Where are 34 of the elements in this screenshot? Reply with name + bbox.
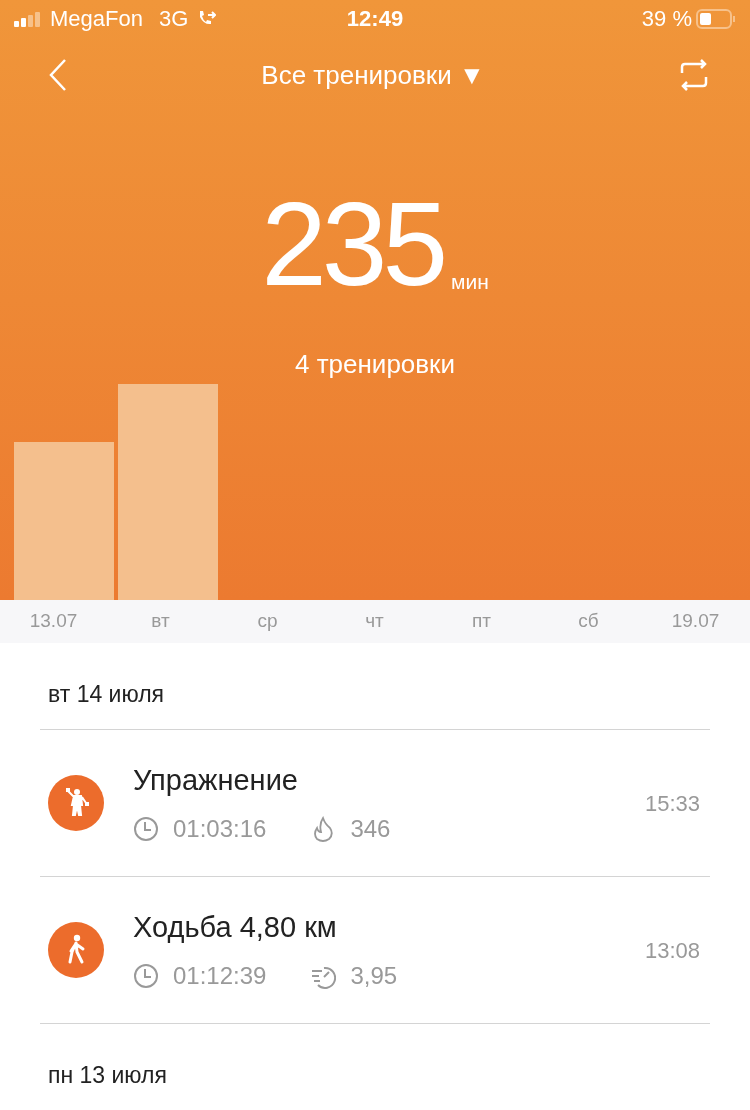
switch-icon[interactable]	[678, 59, 710, 92]
workout-item[interactable]: Ходьба 4,80 км 01:12:39 3,95 13:08	[40, 877, 710, 1024]
total-minutes: 235	[261, 185, 444, 303]
clock-icon	[133, 962, 159, 989]
network-type: 3G	[158, 5, 189, 34]
axis-label: сб	[577, 609, 600, 634]
exercise-icon	[48, 775, 104, 831]
walking-icon	[48, 922, 104, 978]
axis-label: вт	[150, 609, 171, 634]
minutes-unit: мин	[451, 268, 489, 295]
signal-icon	[14, 10, 42, 27]
workout-name: Упражнение	[133, 763, 299, 799]
carrier-name: MegaFon	[50, 5, 143, 34]
workout-time: 13:08	[644, 936, 700, 965]
stat-value: 3,95	[350, 960, 398, 991]
axis-label: 19.07	[670, 609, 721, 634]
date-heading: пн 13 июля	[48, 1062, 167, 1088]
workout-count: 4 тренировки	[295, 348, 455, 381]
axis-label: пт	[471, 609, 492, 634]
clock-icon	[133, 815, 159, 842]
date-heading: вт 14 июля	[48, 681, 165, 707]
stat-value: 346	[350, 813, 391, 844]
stat-value: 01:03:16	[173, 813, 267, 844]
battery-icon	[696, 7, 736, 30]
axis-label: ср	[256, 609, 279, 634]
stat-value: 01:12:39	[173, 960, 267, 991]
battery-percent: 39 %	[641, 5, 692, 34]
workout-time: 15:33	[644, 789, 700, 818]
status-time: 12:49	[345, 5, 405, 34]
back-icon[interactable]	[48, 58, 68, 93]
workout-name: Ходьба 4,80 км	[133, 910, 338, 946]
workout-item[interactable]: Упражнение 01:03:16 346 15:33	[40, 730, 710, 877]
axis-label: чт	[364, 609, 385, 634]
axis-label: 13.07	[28, 609, 79, 634]
